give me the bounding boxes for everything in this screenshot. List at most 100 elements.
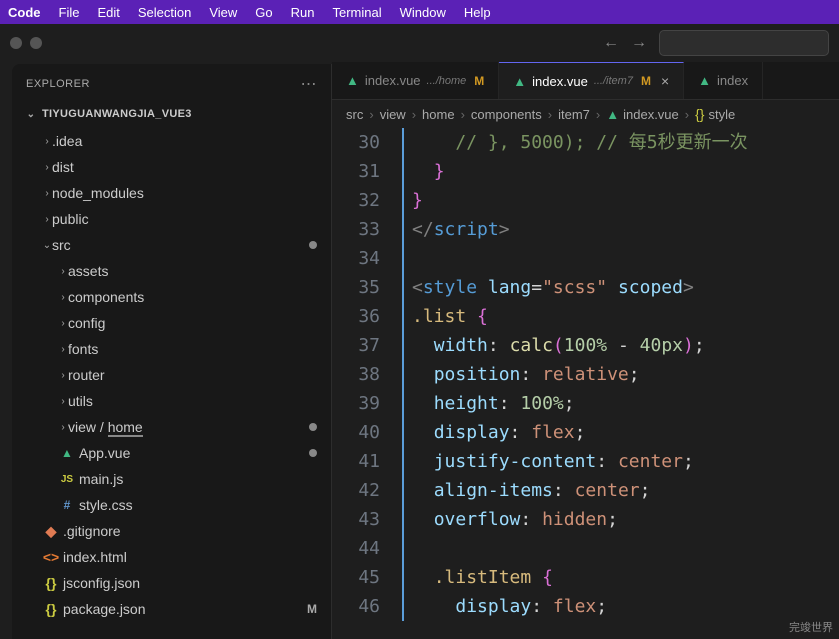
file--gitignore[interactable]: ◆.gitignore: [18, 518, 325, 544]
file-style-css[interactable]: #style.css: [18, 492, 325, 518]
breadcrumb[interactable]: src›view›home›components›item7›▲ index.v…: [332, 100, 839, 128]
code-line[interactable]: display: flex;: [412, 418, 839, 447]
chevron-icon: ›: [58, 292, 68, 303]
traffic-close[interactable]: [10, 37, 22, 49]
vue-icon: ▲: [346, 73, 359, 88]
line-number: 37: [332, 331, 404, 360]
vue-icon: ▲: [58, 446, 76, 460]
folder-components[interactable]: ›components: [18, 284, 325, 310]
folder-public[interactable]: ›public: [18, 206, 325, 232]
vue-icon: ▲: [606, 107, 619, 122]
git-icon: ◆: [42, 523, 60, 540]
menu-window[interactable]: Window: [400, 5, 446, 20]
folder-assets[interactable]: ›assets: [18, 258, 325, 284]
code-line[interactable]: <style lang="scss" scoped>: [412, 273, 839, 302]
tree-label: style.css: [79, 497, 317, 513]
code-line[interactable]: [412, 244, 839, 273]
braces-icon: {}: [695, 106, 704, 122]
tree-label: public: [52, 211, 317, 227]
menu-edit[interactable]: Edit: [97, 5, 119, 20]
code-line[interactable]: }: [412, 186, 839, 215]
breadcrumb-item[interactable]: components: [471, 107, 542, 122]
file-index-html[interactable]: <>index.html: [18, 544, 325, 570]
code-line[interactable]: </script>: [412, 215, 839, 244]
breadcrumb-separator: ›: [548, 107, 552, 122]
code-line[interactable]: justify-content: center;: [412, 447, 839, 476]
menu-go[interactable]: Go: [255, 5, 272, 20]
code-line[interactable]: // }, 5000); // 每5秒更新一次: [412, 128, 839, 157]
menu-file[interactable]: File: [59, 5, 80, 20]
vue-icon: ▲: [513, 74, 526, 89]
breadcrumb-item[interactable]: view: [380, 107, 406, 122]
editor: ▲index.vue.../homeM▲index.vue.../item7M×…: [332, 62, 839, 639]
tab-index-vue[interactable]: ▲index.vue.../homeM: [332, 62, 499, 99]
line-gutter: 3031323334353637383940414243444546: [332, 128, 404, 639]
code-line[interactable]: overflow: hidden;: [412, 505, 839, 534]
tab-index[interactable]: ▲index: [684, 62, 763, 99]
code-line[interactable]: }: [412, 157, 839, 186]
code-line[interactable]: align-items: center;: [412, 476, 839, 505]
breadcrumb-item[interactable]: home: [422, 107, 455, 122]
folder-router[interactable]: ›router: [18, 362, 325, 388]
tab-status: M: [641, 74, 651, 88]
code-line[interactable]: .listItem {: [412, 563, 839, 592]
chevron-icon: ›: [42, 214, 52, 225]
tab-index-vue[interactable]: ▲index.vue.../item7M×: [499, 62, 684, 99]
tree-label: jsconfig.json: [63, 575, 317, 591]
chevron-icon: ›: [58, 396, 68, 407]
nav-forward-icon[interactable]: →: [631, 34, 647, 52]
code-line[interactable]: .list {: [412, 302, 839, 331]
code-area[interactable]: 3031323334353637383940414243444546 // },…: [332, 128, 839, 639]
tree-label: assets: [68, 263, 317, 279]
menu-terminal[interactable]: Terminal: [333, 5, 382, 20]
command-center-search[interactable]: [659, 30, 829, 56]
folder-src[interactable]: ⌄src: [18, 232, 325, 258]
tree-label: index.html: [63, 549, 317, 565]
nav-back-icon[interactable]: ←: [603, 34, 619, 52]
breadcrumb-item[interactable]: src: [346, 107, 363, 122]
breadcrumb-item[interactable]: item7: [558, 107, 590, 122]
file-app-vue[interactable]: ▲App.vue: [18, 440, 325, 466]
code-line[interactable]: [412, 534, 839, 563]
close-icon[interactable]: ×: [661, 73, 669, 89]
tree-label: router: [68, 367, 317, 383]
folder-node-modules[interactable]: ›node_modules: [18, 180, 325, 206]
project-name: TIYUGUANWANGJIA_VUE3: [42, 108, 192, 120]
chevron-icon: ›: [42, 188, 52, 199]
menu-code[interactable]: Code: [8, 5, 41, 20]
folder-view-[interactable]: ›view / home: [18, 414, 325, 440]
menu-help[interactable]: Help: [464, 5, 491, 20]
tree-label: package.json: [63, 601, 307, 617]
git-dirty-dot: [309, 241, 317, 249]
tree-label: config: [68, 315, 317, 331]
chevron-down-icon: ⌄: [26, 109, 36, 120]
line-number: 30: [332, 128, 404, 157]
folder-dist[interactable]: ›dist: [18, 154, 325, 180]
file-main-js[interactable]: JSmain.js: [18, 466, 325, 492]
folder-config[interactable]: ›config: [18, 310, 325, 336]
json-icon: {}: [42, 601, 60, 617]
folder--idea[interactable]: ›.idea: [18, 128, 325, 154]
project-root[interactable]: ⌄ TIYUGUANWANGJIA_VUE3: [12, 104, 331, 128]
menu-selection[interactable]: Selection: [138, 5, 191, 20]
code-line[interactable]: position: relative;: [412, 360, 839, 389]
tab-path: .../home: [427, 75, 467, 87]
more-icon[interactable]: ⋯: [301, 74, 318, 94]
code-line[interactable]: width: calc(100% - 40px);: [412, 331, 839, 360]
chevron-icon: ›: [58, 318, 68, 329]
folder-fonts[interactable]: ›fonts: [18, 336, 325, 362]
menu-view[interactable]: View: [209, 5, 237, 20]
tree-label: .idea: [52, 133, 317, 149]
chevron-icon: ›: [58, 422, 68, 433]
breadcrumb-item[interactable]: {} style: [695, 106, 735, 122]
code-line[interactable]: height: 100%;: [412, 389, 839, 418]
folder-utils[interactable]: ›utils: [18, 388, 325, 414]
menu-run[interactable]: Run: [291, 5, 315, 20]
breadcrumb-item[interactable]: ▲ index.vue: [606, 107, 679, 122]
code-lines[interactable]: // }, 5000); // 每5秒更新一次 }}</script> <sty…: [404, 128, 839, 639]
html-icon: <>: [42, 549, 60, 565]
code-line[interactable]: display: flex;: [412, 592, 839, 621]
file-jsconfig-json[interactable]: {}jsconfig.json: [18, 570, 325, 596]
file-package-json[interactable]: {}package.jsonM: [18, 596, 325, 622]
traffic-minimize[interactable]: [30, 37, 42, 49]
